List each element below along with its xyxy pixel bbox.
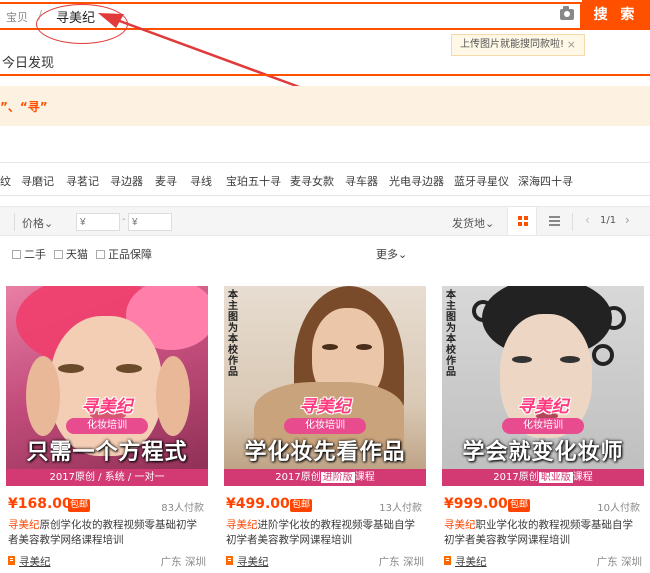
related-search-item[interactable]: 寻磨记 — [21, 173, 54, 189]
price-max-input[interactable] — [128, 213, 172, 231]
price-row: ¥168.00 包邮 83人付款 — [6, 496, 208, 514]
related-search-item[interactable]: 深海四十寻 — [518, 173, 573, 189]
related-search-item[interactable]: 蓝牙寻星仪 — [454, 173, 509, 189]
vertical-label: 本主图为本校作品 — [446, 290, 456, 378]
ship-from-selector[interactable]: 发货地⌄ — [452, 215, 494, 231]
accent-divider — [0, 74, 650, 76]
product-price: ¥168.00 — [8, 496, 72, 512]
product-card[interactable]: 本主图为本校作品 寻美纪 化妆培训 学化妆先看作品 2017原创 进阶版 课程 ¥4… — [224, 286, 426, 573]
brand-logo: 寻美纪 — [299, 397, 351, 417]
shop-row: 寻美纪 广东 深圳 — [226, 554, 424, 568]
sales-count: 10人付款 — [597, 503, 640, 514]
list-view-icon[interactable] — [549, 216, 560, 226]
price-sort-label[interactable]: 价格⌄ — [22, 215, 53, 231]
related-search-item[interactable]: 麦寻女款 — [290, 173, 334, 189]
product-title[interactable]: 寻美纪原创学化妆的教程视频零基础初学者美容教学网络课程培训 — [8, 518, 206, 548]
price-row: ¥499.00 包邮 13人付款 — [224, 496, 426, 514]
image-search-tooltip: 上传图片就能搜同款啦! × — [451, 34, 585, 56]
taobao-search-page: 宝贝 / 寻美纪 搜 索 上传图片就能搜同款啦! × 今日发现 ”、“寻” 纹 … — [0, 0, 650, 573]
related-search-item[interactable]: 宝珀五十寻 — [226, 173, 281, 189]
brand-logo: 寻美纪 — [81, 397, 133, 417]
related-search-item[interactable]: 寻线 — [190, 173, 212, 189]
checkbox-icon[interactable] — [54, 250, 63, 259]
sort-separator — [14, 213, 15, 231]
sort-bar: 价格⌄ - 发货地⌄ ‹ 1/1 › — [0, 206, 650, 236]
price-row: ¥999.00 包邮 10人付款 — [442, 496, 644, 514]
vertical-label: 本主图为本校作品 — [228, 290, 238, 378]
related-search-item[interactable]: 寻车器 — [345, 173, 378, 189]
product-image[interactable]: 本主图为本校作品 寻美纪 化妆培训 学化妆先看作品 2017原创 进阶版 课程 — [224, 286, 426, 486]
shop-icon — [444, 556, 451, 565]
shop-row: 寻美纪 广东 深圳 — [8, 554, 206, 568]
pager-separator — [572, 213, 573, 231]
next-page-icon[interactable]: › — [625, 213, 630, 227]
sales-count: 83人付款 — [161, 503, 204, 514]
grid-view-icon[interactable] — [507, 207, 537, 235]
image-headline: 学化妆先看作品 — [244, 440, 406, 465]
shop-name[interactable]: 寻美纪 — [455, 554, 487, 569]
product-title[interactable]: 寻美纪职业学化妆的教程视频零基础自学初学者美容教学网课程培训 — [444, 518, 642, 548]
free-shipping-badge: 包邮 — [68, 499, 91, 512]
sales-count: 13人付款 — [379, 503, 422, 514]
course-tag: 化妆培训 — [284, 418, 366, 434]
today-discovery-tab[interactable]: 今日发现 — [2, 52, 54, 71]
shop-row: 寻美纪 广东 深圳 — [444, 554, 642, 568]
notice-text: ”、“寻” — [0, 100, 48, 114]
shop-location: 广东 深圳 — [378, 556, 424, 568]
image-subline: 2017原创 / 系统 / 一对一 — [6, 469, 208, 486]
free-shipping-badge: 包邮 — [508, 499, 531, 512]
filter-secondhand[interactable]: 二手 — [12, 246, 46, 262]
course-tag: 化妆培训 — [502, 418, 584, 434]
filter-tmall[interactable]: 天猫 — [54, 246, 88, 262]
shop-name[interactable]: 寻美纪 — [237, 554, 269, 569]
product-card[interactable]: 寻美纪 化妆培训 只需一个方程式 2017原创 / 系统 / 一对一 ¥168.… — [6, 286, 208, 573]
shop-icon — [226, 556, 233, 565]
more-filters-button[interactable]: 更多⌄ — [376, 246, 407, 262]
filter-row: 二手 天猫 正品保障 更多⌄ — [0, 240, 650, 264]
shop-icon — [8, 556, 15, 565]
product-price: ¥499.00 — [226, 496, 290, 512]
product-price: ¥999.00 — [444, 496, 508, 512]
checkbox-icon[interactable] — [12, 250, 21, 259]
related-search-item[interactable]: 寻边器 — [110, 173, 143, 189]
checkbox-icon[interactable] — [96, 250, 105, 259]
prev-page-icon[interactable]: ‹ — [585, 213, 590, 227]
product-title[interactable]: 寻美纪进阶学化妆的教程视频零基础自学初学者美容教学网课程培训 — [226, 518, 424, 548]
product-image[interactable]: 本主图为本校作品 寻美纪 化妆培训 学会就变化妆师 2017原创 职业版 课程 — [442, 286, 644, 486]
brand-logo: 寻美纪 — [517, 397, 569, 417]
product-card[interactable]: 本主图为本校作品 寻美纪 化妆培训 学会就变化妆师 2017原创 职业版 课程 ¥9… — [442, 286, 644, 573]
image-headline: 只需一个方程式 — [26, 440, 188, 465]
price-min-input[interactable] — [76, 213, 120, 231]
course-tag: 化妆培训 — [66, 418, 148, 434]
image-headline: 学会就变化妆师 — [462, 440, 624, 465]
image-subline: 2017原创 职业版 课程 — [442, 469, 644, 486]
price-range-dash: - — [122, 214, 126, 225]
shop-location: 广东 深圳 — [160, 556, 206, 568]
related-search-item[interactable]: 纹 — [0, 173, 11, 189]
free-shipping-badge: 包邮 — [290, 499, 313, 512]
close-icon[interactable]: × — [567, 35, 576, 55]
related-search-item[interactable]: 麦寻 — [155, 173, 177, 189]
related-searches: 纹 寻磨记 寻茗记 寻边器 麦寻 寻线 宝珀五十寻 麦寻女款 寻车器 光电寻边器… — [0, 162, 650, 196]
page-indicator: 1/1 — [600, 215, 617, 226]
shop-name[interactable]: 寻美纪 — [19, 554, 51, 569]
tooltip-text: 上传图片就能搜同款啦! — [460, 39, 565, 50]
related-search-item[interactable]: 寻茗记 — [66, 173, 99, 189]
shop-location: 广东 深圳 — [596, 556, 642, 568]
product-image[interactable]: 寻美纪 化妆培训 只需一个方程式 2017原创 / 系统 / 一对一 — [6, 286, 208, 486]
image-subline: 2017原创 进阶版 课程 — [224, 469, 426, 486]
filter-genuine[interactable]: 正品保障 — [96, 246, 152, 262]
related-search-item[interactable]: 光电寻边器 — [389, 173, 444, 189]
search-notice-bar: ”、“寻” — [0, 86, 650, 126]
